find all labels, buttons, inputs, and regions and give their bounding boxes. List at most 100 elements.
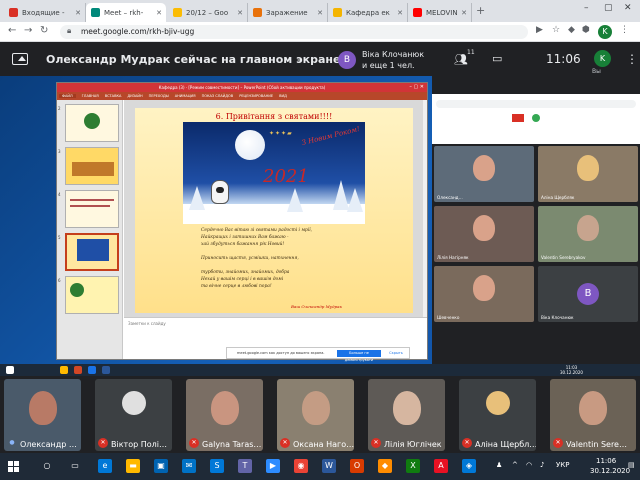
sleigh-shape: ✦✦✦▰ [269, 130, 293, 137]
participant-face [392, 390, 421, 425]
wifi-icon[interactable]: ◠ [526, 461, 532, 469]
excel-icon[interactable]: X [406, 459, 420, 473]
back-icon[interactable]: ← [8, 25, 16, 36]
browser-tab[interactable]: Входящие - ✕ [4, 3, 86, 22]
participant-tile[interactable]: ✕ Valentin Sere… [550, 379, 636, 451]
people-tray-icon[interactable]: ♟ [496, 461, 502, 469]
chrome-icon[interactable]: ◉ [294, 459, 308, 473]
chrome-icon [88, 366, 96, 374]
close-icon[interactable]: ✕ [237, 9, 243, 17]
skype-icon[interactable]: S [210, 459, 224, 473]
taskbar-time[interactable]: 11:06 [596, 457, 616, 465]
participant-tile[interactable]: ✕ Віктор Полі… [95, 379, 172, 451]
people-count: 11 [467, 49, 475, 56]
windows-start-icon[interactable] [8, 461, 20, 473]
ribbon-tab: ПЕРЕХОДЫ [148, 94, 169, 98]
thumb-number: 5 [58, 235, 61, 240]
volume-icon[interactable]: ♪ [540, 461, 544, 469]
chat-icon[interactable]: ▭ [492, 52, 502, 65]
slide: 6. Привітання з святами!!!! ✦✦✦▰ З Новим… [135, 108, 413, 313]
participant-face [577, 155, 599, 182]
lock-icon[interactable]: 🔒︎ [67, 26, 71, 36]
address-bar[interactable]: 🔒︎ meet.google.com/rkh-bjiv-ugg [60, 25, 528, 39]
windows-icon [6, 366, 14, 374]
app-icon[interactable]: ◆ [378, 459, 392, 473]
participant-tile[interactable]: ● Олександр … [4, 379, 81, 451]
ribbon-tab: РЕЦЕНЗИРОВАНИЕ [239, 94, 274, 98]
store-icon[interactable]: ▣ [154, 459, 168, 473]
poem-line: Найкращих і затишних Вам бажаю - [201, 235, 289, 240]
close-icon[interactable]: ✕ [397, 9, 403, 17]
close-icon[interactable]: ✕ [461, 9, 467, 17]
bookmark-star-icon[interactable]: ☆ [552, 25, 560, 35]
app-icon[interactable]: ◈ [462, 459, 476, 473]
shared-participant-tile: Аліна Щербляк [538, 146, 638, 202]
shared-clock-date: 30.12.2020 [560, 370, 583, 375]
word-icon[interactable]: W [322, 459, 336, 473]
maximize-icon[interactable]: ▢ [604, 3, 613, 13]
thumb-text [70, 205, 110, 207]
browser-tab[interactable]: 20/12 – Goo ✕ [168, 3, 248, 22]
profile-avatar[interactable]: K [598, 25, 612, 39]
browser-tab[interactable]: MELOVIN - ✕ [408, 3, 472, 22]
participant-tile[interactable]: ✕ Аліна Щербл… [459, 379, 536, 451]
search-icon[interactable]: ○ [40, 459, 54, 473]
participant-name: Віктор Полі… [111, 440, 167, 449]
tree-shape [347, 188, 363, 212]
participant-tile[interactable]: ✕ Лілія Юглічек [368, 379, 445, 451]
minimize-icon[interactable]: – [584, 3, 589, 13]
ribbon-tab: ГЛАВНАЯ [81, 94, 99, 98]
slide-signature: Ваш Олександр Мудрак [291, 304, 342, 309]
mail-icon[interactable]: ✉ [182, 459, 196, 473]
file-explorer-icon[interactable]: ▬ [126, 459, 140, 473]
slide-thumbnail [65, 104, 119, 142]
url-text[interactable]: meet.google.com/rkh-bjiv-ugg [81, 27, 194, 36]
chevron-up-icon[interactable]: ^ [512, 461, 518, 469]
task-view-icon[interactable]: ▭ [68, 459, 82, 473]
office-icon[interactable]: O [350, 459, 364, 473]
close-window-icon[interactable]: ✕ [624, 3, 632, 13]
shared-participant-tile: Олександ… [434, 146, 534, 202]
zoom-icon[interactable]: ▶ [266, 459, 280, 473]
thumb-picture [77, 239, 109, 261]
notification-icon[interactable]: ▤ [628, 461, 635, 469]
browser-tab[interactable]: Заражение ✕ [248, 3, 328, 22]
more-options-icon[interactable]: ⋮ [626, 52, 638, 66]
participant-face [473, 275, 495, 302]
people-icon[interactable]: 👥︎ [454, 53, 468, 66]
close-icon[interactable]: ✕ [156, 9, 162, 17]
participant-name: Шевченко [437, 315, 460, 320]
tree-shape [287, 188, 303, 212]
teams-icon[interactable]: T [238, 459, 252, 473]
ribbon-tab: АНИМАЦИЯ [174, 94, 196, 98]
share-notice-text: meet.google.com как доступ до вашего экр… [237, 351, 325, 355]
participant-face [577, 215, 599, 242]
edge-icon[interactable]: e [98, 459, 112, 473]
shared-meet-toolbar [432, 94, 640, 144]
participant-name: Оксана Наго… [293, 440, 354, 449]
close-icon[interactable]: ✕ [75, 9, 81, 17]
avatar: B [577, 283, 599, 305]
close-icon[interactable]: ✕ [317, 9, 323, 17]
forward-icon[interactable]: → [24, 25, 32, 36]
participant-tile[interactable]: ✕ Оксана Наго… [277, 379, 354, 451]
browser-tab-active[interactable]: Meet – rkh- ✕ [86, 3, 166, 22]
participant-name: Valentin Serebryakov [541, 255, 586, 260]
new-tab-button[interactable]: + [476, 4, 485, 17]
menu-icon[interactable]: ⋮ [620, 25, 629, 35]
participant-tile[interactable]: ✕ Galyna Taras… [186, 379, 263, 451]
camera-icon[interactable]: ▶ [536, 25, 543, 35]
slide-thumbnails: 2 3 4 5 6 [57, 100, 123, 359]
slide-thumbnail [65, 276, 119, 314]
language-indicator[interactable]: УКР [556, 461, 569, 469]
puzzle-icon[interactable]: ⬢ [582, 25, 590, 35]
browser-toolbar: ← → ↻ 🔒︎ meet.google.com/rkh-bjiv-ugg ▶ … [0, 22, 640, 42]
extension-icon[interactable]: ◆ [568, 25, 575, 35]
participant-face [473, 215, 495, 242]
taskbar-date[interactable]: 30.12.2020 [590, 467, 630, 475]
pdf-icon[interactable]: A [434, 459, 448, 473]
browser-tab[interactable]: Кафедра ек ✕ [328, 3, 408, 22]
poem-line: Сердечно Вас вітаю зі святами радості і … [201, 228, 313, 233]
reload-icon[interactable]: ↻ [40, 25, 48, 36]
ribbon-tab: ВСТАВКА [104, 94, 122, 98]
